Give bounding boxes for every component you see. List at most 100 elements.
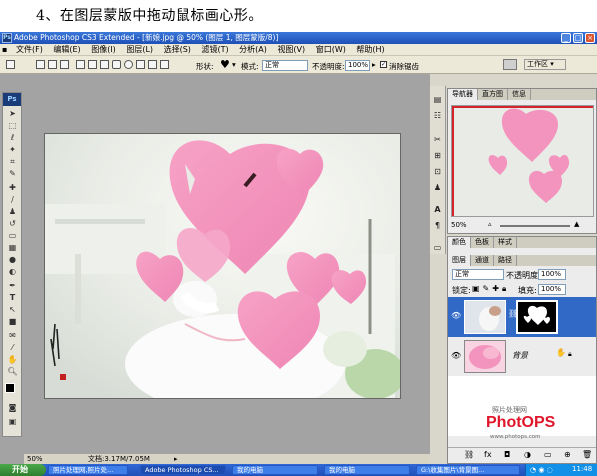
zoom-out-icon[interactable]: ▵ xyxy=(488,220,492,228)
tab-info[interactable]: 信息 xyxy=(508,89,531,100)
slice-tool-icon[interactable]: ✎ xyxy=(6,169,19,179)
delete-layer-icon[interactable]: 🗑︎ xyxy=(582,450,592,459)
blend-mode-select[interactable]: 正常 xyxy=(452,269,504,280)
tab-histogram[interactable]: 直方图 xyxy=(478,89,508,100)
line-icon[interactable] xyxy=(148,60,157,69)
tab-color[interactable]: 颜色 xyxy=(448,237,471,248)
dropdown-arrow-icon[interactable]: ▾ xyxy=(232,60,236,69)
link-layers-icon[interactable]: ⛓︎ xyxy=(464,450,474,459)
workspace-menu[interactable]: 工作区 ▾ xyxy=(524,59,566,70)
pen-icon[interactable] xyxy=(76,60,85,69)
background-thumbnail[interactable] xyxy=(464,340,506,373)
rounded-rectangle-icon[interactable] xyxy=(112,60,121,69)
tab-navigator[interactable]: 导航器 xyxy=(448,89,478,100)
tab-channels[interactable]: 通道 xyxy=(471,255,494,266)
history-brush-icon[interactable]: ↺ xyxy=(6,219,19,229)
ps-menu-icon[interactable]: ▪ xyxy=(0,44,9,56)
menu-analysis[interactable]: 分析(A) xyxy=(235,44,271,56)
layer-row-background[interactable]: 👁︎ 背景 ✋ 🔒︎ xyxy=(448,338,596,376)
marquee-tool-icon[interactable]: ⬚ xyxy=(6,121,19,131)
eyedropper-icon[interactable]: ⁄ xyxy=(6,343,19,353)
freeform-pen-icon[interactable] xyxy=(88,60,97,69)
crop-tool-icon[interactable]: ⌗ xyxy=(6,157,19,167)
eraser-tool-icon[interactable]: ▭ xyxy=(6,231,19,241)
tab-paths[interactable]: 路径 xyxy=(494,255,517,266)
paragraph-panel-icon[interactable]: ¶ xyxy=(432,220,443,231)
layer-comps-icon[interactable]: ⊡ xyxy=(432,166,443,177)
heart-shape-picker-icon[interactable]: ♥ xyxy=(220,58,230,71)
maximize-icon[interactable]: □ xyxy=(573,33,583,43)
notes-tool-icon[interactable]: ✉ xyxy=(6,331,19,341)
path-selection-icon[interactable]: ↖ xyxy=(6,305,19,315)
menu-window[interactable]: 窗口(W) xyxy=(312,44,350,56)
screen-mode-icon[interactable]: ▣ xyxy=(6,417,19,427)
history-panel-icon[interactable]: ☷ xyxy=(432,110,443,121)
tray-icons[interactable]: ◔ ◉ ◌ xyxy=(530,466,553,474)
zoom-slider[interactable] xyxy=(500,225,570,227)
adjustment-layer-icon[interactable]: ◑ xyxy=(524,450,531,459)
eye-icon[interactable]: 👁︎ xyxy=(451,351,461,360)
add-mask-icon[interactable]: ◘ xyxy=(504,450,510,459)
close-icon[interactable]: × xyxy=(585,33,595,43)
zoom-level[interactable]: 50% xyxy=(27,454,43,464)
opacity-arrow-icon[interactable]: ▸ xyxy=(372,60,376,69)
custom-shape-icon[interactable] xyxy=(160,60,169,69)
antialias-checkbox[interactable]: ✓ xyxy=(380,61,387,68)
blur-tool-icon[interactable]: ● xyxy=(6,255,19,265)
hand-tool-icon[interactable]: ✋ xyxy=(6,355,19,365)
layer-style-icon[interactable]: fx xyxy=(484,450,492,459)
new-layer-icon[interactable]: ⊕ xyxy=(564,450,571,459)
menu-help[interactable]: 帮助(H) xyxy=(352,44,388,56)
rectangle-icon[interactable] xyxy=(100,60,109,69)
task-item-3[interactable]: 我的电脑 xyxy=(232,465,318,475)
zoom-tool-icon[interactable]: 🔍︎ xyxy=(6,367,19,377)
ellipse-icon[interactable] xyxy=(124,60,133,69)
paths-icon[interactable] xyxy=(48,60,57,69)
pen-tool-icon[interactable]: ✒ xyxy=(6,281,19,291)
tool-preset-icon[interactable] xyxy=(6,60,15,69)
start-button[interactable]: 开始 xyxy=(0,464,46,476)
layer-thumbnail[interactable] xyxy=(464,300,506,334)
navigator-zoom[interactable]: 50% xyxy=(451,221,467,229)
healing-brush-icon[interactable]: ✚ xyxy=(6,183,19,193)
task-item-1[interactable]: 照片处理网,照片处... xyxy=(48,465,128,475)
lasso-tool-icon[interactable]: ℓ xyxy=(6,133,19,143)
info-panel-icon[interactable]: ▭ xyxy=(432,242,443,253)
polygon-icon[interactable] xyxy=(136,60,145,69)
menu-file[interactable]: 文件(F) xyxy=(12,44,47,56)
fill-pixels-icon[interactable] xyxy=(60,60,69,69)
menu-filter[interactable]: 滤镜(T) xyxy=(197,44,232,56)
fill-field[interactable]: 100% xyxy=(538,284,566,295)
task-item-5[interactable]: G:\收集图片\背景图... xyxy=(416,465,520,475)
clone-stamp-icon[interactable]: ♟ xyxy=(6,207,19,217)
layer-name-background[interactable]: 背景 xyxy=(512,350,528,361)
actions-panel-icon[interactable]: ✂ xyxy=(432,134,443,145)
layer-opacity-field[interactable]: 100% xyxy=(538,269,566,280)
new-group-icon[interactable]: ▭ xyxy=(544,450,552,459)
mode-select[interactable]: 正常 xyxy=(262,60,308,71)
dodge-tool-icon[interactable]: ◐ xyxy=(6,267,19,277)
layer-mask-thumbnail[interactable] xyxy=(516,300,558,334)
minimize-icon[interactable]: _ xyxy=(561,33,571,43)
zoom-in-icon[interactable]: ▲ xyxy=(574,220,579,228)
tool-presets-icon[interactable]: ⊞ xyxy=(432,150,443,161)
shape-tool-icon[interactable]: ■ xyxy=(6,317,19,327)
clone-source-icon[interactable]: ♟ xyxy=(432,182,443,193)
tab-styles[interactable]: 样式 xyxy=(494,237,517,248)
status-arrow-icon[interactable]: ▸ xyxy=(174,454,178,464)
type-tool-icon[interactable]: T xyxy=(6,293,19,303)
gradient-tool-icon[interactable]: ▦ xyxy=(6,243,19,253)
tab-layers[interactable]: 图层 xyxy=(448,255,471,266)
tab-swatches[interactable]: 色板 xyxy=(471,237,494,248)
move-tool-icon[interactable]: ➤ xyxy=(6,109,19,119)
quick-mask-icon[interactable]: ◙ xyxy=(6,403,19,413)
menu-select[interactable]: 选择(S) xyxy=(160,44,195,56)
task-item-4[interactable]: 我的电脑 xyxy=(324,465,410,475)
eye-icon[interactable]: 👁︎ xyxy=(451,311,461,320)
menu-layer[interactable]: 图层(L) xyxy=(122,44,157,56)
menu-edit[interactable]: 编辑(E) xyxy=(49,44,84,56)
magic-wand-icon[interactable]: ✦ xyxy=(6,145,19,155)
opacity-field[interactable]: 100% xyxy=(345,60,370,71)
character-panel-icon[interactable]: A xyxy=(432,204,443,215)
palette-well-icon[interactable] xyxy=(503,59,517,70)
